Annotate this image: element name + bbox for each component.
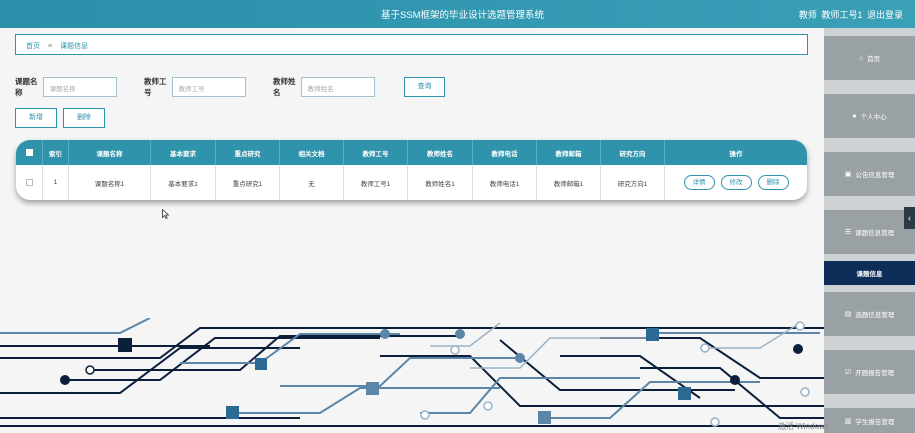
cell-topic: 课题名称1 — [69, 165, 151, 200]
topic-name-label: 课题名称 — [15, 77, 38, 97]
doc-icon: ▥ — [844, 417, 852, 425]
teacher-id-input[interactable]: 教师工号 — [171, 77, 246, 97]
sidebar-item-label: 个人中心 — [860, 114, 887, 121]
detail-button[interactable]: 详情 — [683, 175, 715, 190]
notice-icon: ▣ — [844, 171, 852, 178]
cell-requirements: 基本要求1 — [151, 165, 216, 200]
sidebar-collapse-toggle[interactable]: ‹ — [904, 207, 915, 229]
table-row: 1 课题名称1 基本要求1 重点研究1 无 教师工号1 教师姓名1 教师电话1 … — [16, 165, 807, 200]
row-select-cell — [16, 165, 43, 200]
cell-direction: 研究方向1 — [601, 165, 665, 200]
cell-teacher-name: 教师姓名1 — [408, 165, 473, 200]
col-header: 教师工号 — [344, 140, 408, 165]
cell-teacher-id: 教师工号1 — [344, 165, 408, 200]
edit-button[interactable]: 修改 — [720, 175, 752, 190]
teacher-name-search: 教师姓名 教师姓名 — [273, 77, 375, 97]
home-icon: ⌂ — [858, 54, 864, 62]
breadcrumb-home[interactable]: 首页 — [26, 43, 40, 50]
sidebar-item-label: 公告信息管理 — [855, 172, 895, 179]
user-role: 教师 — [798, 10, 817, 20]
briefcase-icon: ▤ — [844, 311, 852, 318]
teacher-id-label: 教师工号 — [144, 77, 167, 97]
sidebar-item-label: 学生报告管理 — [855, 418, 895, 426]
teacher-name-label: 教师姓名 — [273, 77, 296, 97]
top-bar: 基于SSM框架的毕业设计选题管理系统 教师 教师工号1 退出登录 — [0, 0, 915, 28]
sidebar-item-proposal-management[interactable]: ☑ 开题报告管理 — [824, 350, 915, 394]
user-name: 教师工号1 — [821, 10, 863, 20]
sidebar-item-notices[interactable]: ▣ 公告信息管理 — [824, 152, 915, 196]
col-header: 教师电话 — [473, 140, 537, 165]
cell-index: 1 — [43, 165, 69, 200]
app-title: 基于SSM框架的毕业设计选题管理系统 — [380, 10, 545, 21]
cell-docs: 无 — [280, 165, 344, 200]
user-info: 教师 教师工号1 退出登录 — [797, 8, 903, 21]
col-header: 课题名称 — [69, 140, 151, 165]
col-header: 教师姓名 — [408, 140, 473, 165]
sidebar-item-label: 首页 — [867, 56, 881, 63]
cell-email: 教师邮箱1 — [537, 165, 601, 200]
cell-actions: 详情 修改 删除 — [665, 165, 807, 200]
circuit-decoration — [0, 318, 824, 427]
logout-link[interactable]: 退出登录 — [867, 10, 903, 20]
sidebar-item-topic-info[interactable]: 课题信息 — [824, 261, 915, 285]
breadcrumb-separator: ≡ — [47, 43, 53, 50]
sidebar-item-report-management[interactable]: ▥ 学生报告管理 — [824, 408, 915, 433]
mouse-cursor-icon — [162, 209, 170, 219]
sidebar-item-selection-management[interactable]: ▤ 选题信息管理 — [824, 292, 915, 336]
col-header: 索引 — [43, 140, 69, 165]
query-button[interactable]: 查询 — [404, 77, 445, 97]
sidebar-item-home[interactable]: ⌂ 首页 — [824, 36, 915, 80]
delete-button[interactable]: 删除 — [63, 108, 105, 128]
topic-table: 索引 课题名称 基本要求 重点研究 相关文档 教师工号 教师姓名 教师电话 教师… — [16, 140, 807, 200]
table-header: 索引 课题名称 基本要求 重点研究 相关文档 教师工号 教师姓名 教师电话 教师… — [16, 140, 807, 165]
col-header: 重点研究 — [216, 140, 280, 165]
sidebar-item-label: 课题信息管理 — [855, 230, 895, 237]
windows-activation-watermark: 激活 Windows — [778, 422, 829, 431]
col-header: 操作 — [729, 150, 743, 158]
sliders-icon: ☰ — [844, 229, 852, 236]
col-header: 基本要求 — [151, 140, 216, 165]
checkbox-icon: ☑ — [844, 369, 852, 376]
select-all-cell — [16, 140, 43, 165]
row-delete-button[interactable]: 删除 — [757, 175, 789, 190]
topic-name-search: 课题名称 课题名称 — [15, 77, 117, 97]
row-checkbox[interactable] — [25, 179, 33, 186]
sidebar-item-profile[interactable]: ● 个人中心 — [824, 94, 915, 138]
cell-phone: 教师电话1 — [473, 165, 537, 200]
sidebar-item-label: 开题报告管理 — [855, 370, 895, 377]
cell-focus: 重点研究1 — [216, 165, 280, 200]
teacher-id-search: 教师工号 教师工号 — [144, 77, 246, 97]
topic-name-input[interactable]: 课题名称 — [42, 77, 117, 97]
sidebar-item-label: 课题信息 — [856, 271, 883, 278]
sidebar: ⌂ 首页 ● 个人中心 ▣ 公告信息管理 ☰ 课题信息管理 课题信息 ▤ 选题信… — [824, 28, 915, 433]
sidebar-item-label: 选题信息管理 — [855, 312, 895, 319]
sidebar-item-topic-management[interactable]: ☰ 课题信息管理 — [824, 210, 915, 254]
col-header: 教师邮箱 — [537, 140, 601, 165]
chevron-left-icon: ‹ — [908, 213, 911, 223]
select-all-checkbox[interactable] — [25, 149, 33, 156]
teacher-name-input[interactable]: 教师姓名 — [300, 77, 375, 97]
breadcrumb: 首页 ≡ 课题信息 — [15, 34, 808, 55]
add-button[interactable]: 新增 — [15, 108, 57, 128]
user-icon: ● — [852, 112, 857, 120]
breadcrumb-current: 课题信息 — [60, 43, 88, 50]
col-header: 相关文档 — [280, 140, 344, 165]
col-header: 研究方向 — [601, 140, 665, 165]
